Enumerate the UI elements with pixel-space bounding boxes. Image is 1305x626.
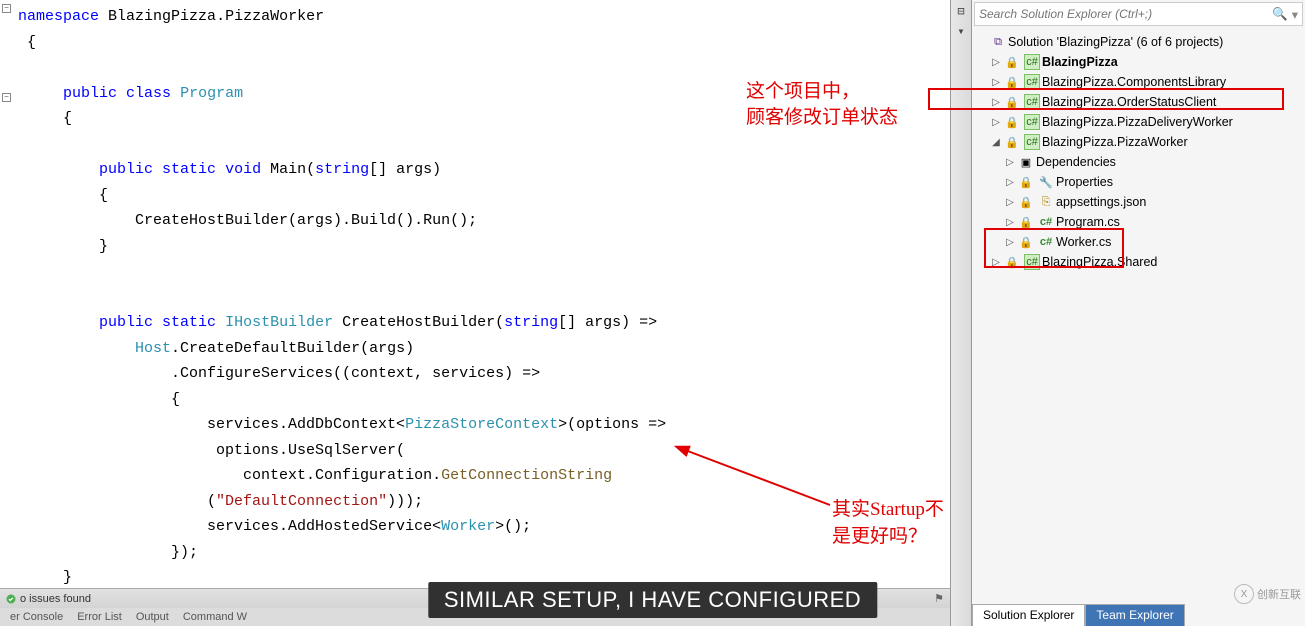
lock-icon: 🔒 xyxy=(1004,94,1020,110)
watermark: X 创新互联 xyxy=(1234,584,1301,604)
project-blazingpizza[interactable]: ▷🔒c#BlazingPizza xyxy=(976,52,1305,72)
csproj-icon: c# xyxy=(1024,74,1040,90)
node-program-cs[interactable]: ▷🔒c#Program.cs xyxy=(976,212,1305,232)
tab-team-explorer[interactable]: Team Explorer xyxy=(1085,604,1184,626)
tab-package-console[interactable]: er Console xyxy=(4,610,69,624)
json-icon: ⎘ xyxy=(1038,194,1054,210)
lock-icon: 🔒 xyxy=(1004,134,1020,150)
csproj-icon: c# xyxy=(1024,54,1040,70)
project-shared[interactable]: ▷🔒c#BlazingPizza.Shared xyxy=(976,252,1305,272)
csproj-icon: c# xyxy=(1024,114,1040,130)
code-editor-pane: − − namespace BlazingPizza.PizzaWorker {… xyxy=(0,0,950,626)
video-caption: SIMILAR SETUP, I HAVE CONFIGURED xyxy=(428,582,877,618)
fold-toggle[interactable]: − xyxy=(2,4,11,13)
lock-icon: 🔒 xyxy=(1018,234,1034,250)
tab-command-window[interactable]: Command W xyxy=(177,610,253,624)
dependencies-icon: ▣ xyxy=(1018,154,1034,170)
lock-icon: 🔒 xyxy=(1018,174,1034,190)
project-orderstatusclient[interactable]: ▷🔒c#BlazingPizza.OrderStatusClient xyxy=(976,92,1305,112)
solution-explorer-tabs: Solution Explorer Team Explorer xyxy=(972,604,1305,626)
node-properties[interactable]: ▷🔒🔧Properties xyxy=(976,172,1305,192)
annotation-note-2: 其实Startup不是更好吗？ xyxy=(832,494,950,548)
csproj-icon: c# xyxy=(1024,94,1040,110)
fold-toggle[interactable]: − xyxy=(2,93,11,102)
solution-tree[interactable]: ⧉ Solution 'BlazingPizza' (6 of 6 projec… xyxy=(972,28,1305,604)
lock-icon: 🔒 xyxy=(1004,54,1020,70)
search-icon[interactable]: 🔍 xyxy=(1272,7,1288,22)
toolbar-scroll-icon[interactable]: ▾ xyxy=(953,24,969,40)
node-dependencies[interactable]: ▷▣Dependencies xyxy=(976,152,1305,172)
solution-explorer-pane: 🔍 ▾ ⧉ Solution 'BlazingPizza' (6 of 6 pr… xyxy=(972,0,1305,626)
csharp-file-icon: c# xyxy=(1038,214,1054,230)
csproj-icon: c# xyxy=(1024,254,1040,270)
project-pizzadeliveryworker[interactable]: ▷🔒c#BlazingPizza.PizzaDeliveryWorker xyxy=(976,112,1305,132)
csharp-file-icon: c# xyxy=(1038,234,1054,250)
tab-solution-explorer[interactable]: Solution Explorer xyxy=(972,604,1085,626)
annotation-note-1: 这个项目中， 顾客修改订单状态 xyxy=(746,79,898,131)
tab-error-list[interactable]: Error List xyxy=(71,610,128,624)
issues-label: o issues found xyxy=(20,593,91,605)
csproj-icon: c# xyxy=(1024,134,1040,150)
watermark-logo-icon: X xyxy=(1234,584,1254,604)
solution-search[interactable]: 🔍 ▾ xyxy=(974,2,1303,26)
code-gutter: − − xyxy=(0,0,14,588)
lock-icon: 🔒 xyxy=(1004,254,1020,270)
node-appsettings[interactable]: ▷🔒⎘appsettings.json xyxy=(976,192,1305,212)
node-worker-cs[interactable]: ▷🔒c#Worker.cs xyxy=(976,232,1305,252)
status-flag-icon[interactable]: ⚑ xyxy=(934,592,944,605)
search-dropdown-icon[interactable]: ▾ xyxy=(1292,7,1298,22)
tab-output[interactable]: Output xyxy=(130,610,175,624)
toolbar-nav-up-icon[interactable]: ⊟ xyxy=(953,4,969,20)
project-pizzaworker[interactable]: ◢🔒c#BlazingPizza.PizzaWorker xyxy=(976,132,1305,152)
lock-icon: 🔒 xyxy=(1018,214,1034,230)
wrench-icon: 🔧 xyxy=(1038,174,1054,190)
solution-search-input[interactable] xyxy=(979,7,1272,21)
solution-node[interactable]: ⧉ Solution 'BlazingPizza' (6 of 6 projec… xyxy=(976,32,1305,52)
status-ok-icon xyxy=(6,594,16,604)
project-componentslibrary[interactable]: ▷🔒c#BlazingPizza.ComponentsLibrary xyxy=(976,72,1305,92)
solution-icon: ⧉ xyxy=(990,34,1006,50)
lock-icon: 🔒 xyxy=(1004,74,1020,90)
lock-icon: 🔒 xyxy=(1004,114,1020,130)
lock-icon: 🔒 xyxy=(1018,194,1034,210)
vertical-toolbar: ⊟ ▾ xyxy=(950,0,972,626)
